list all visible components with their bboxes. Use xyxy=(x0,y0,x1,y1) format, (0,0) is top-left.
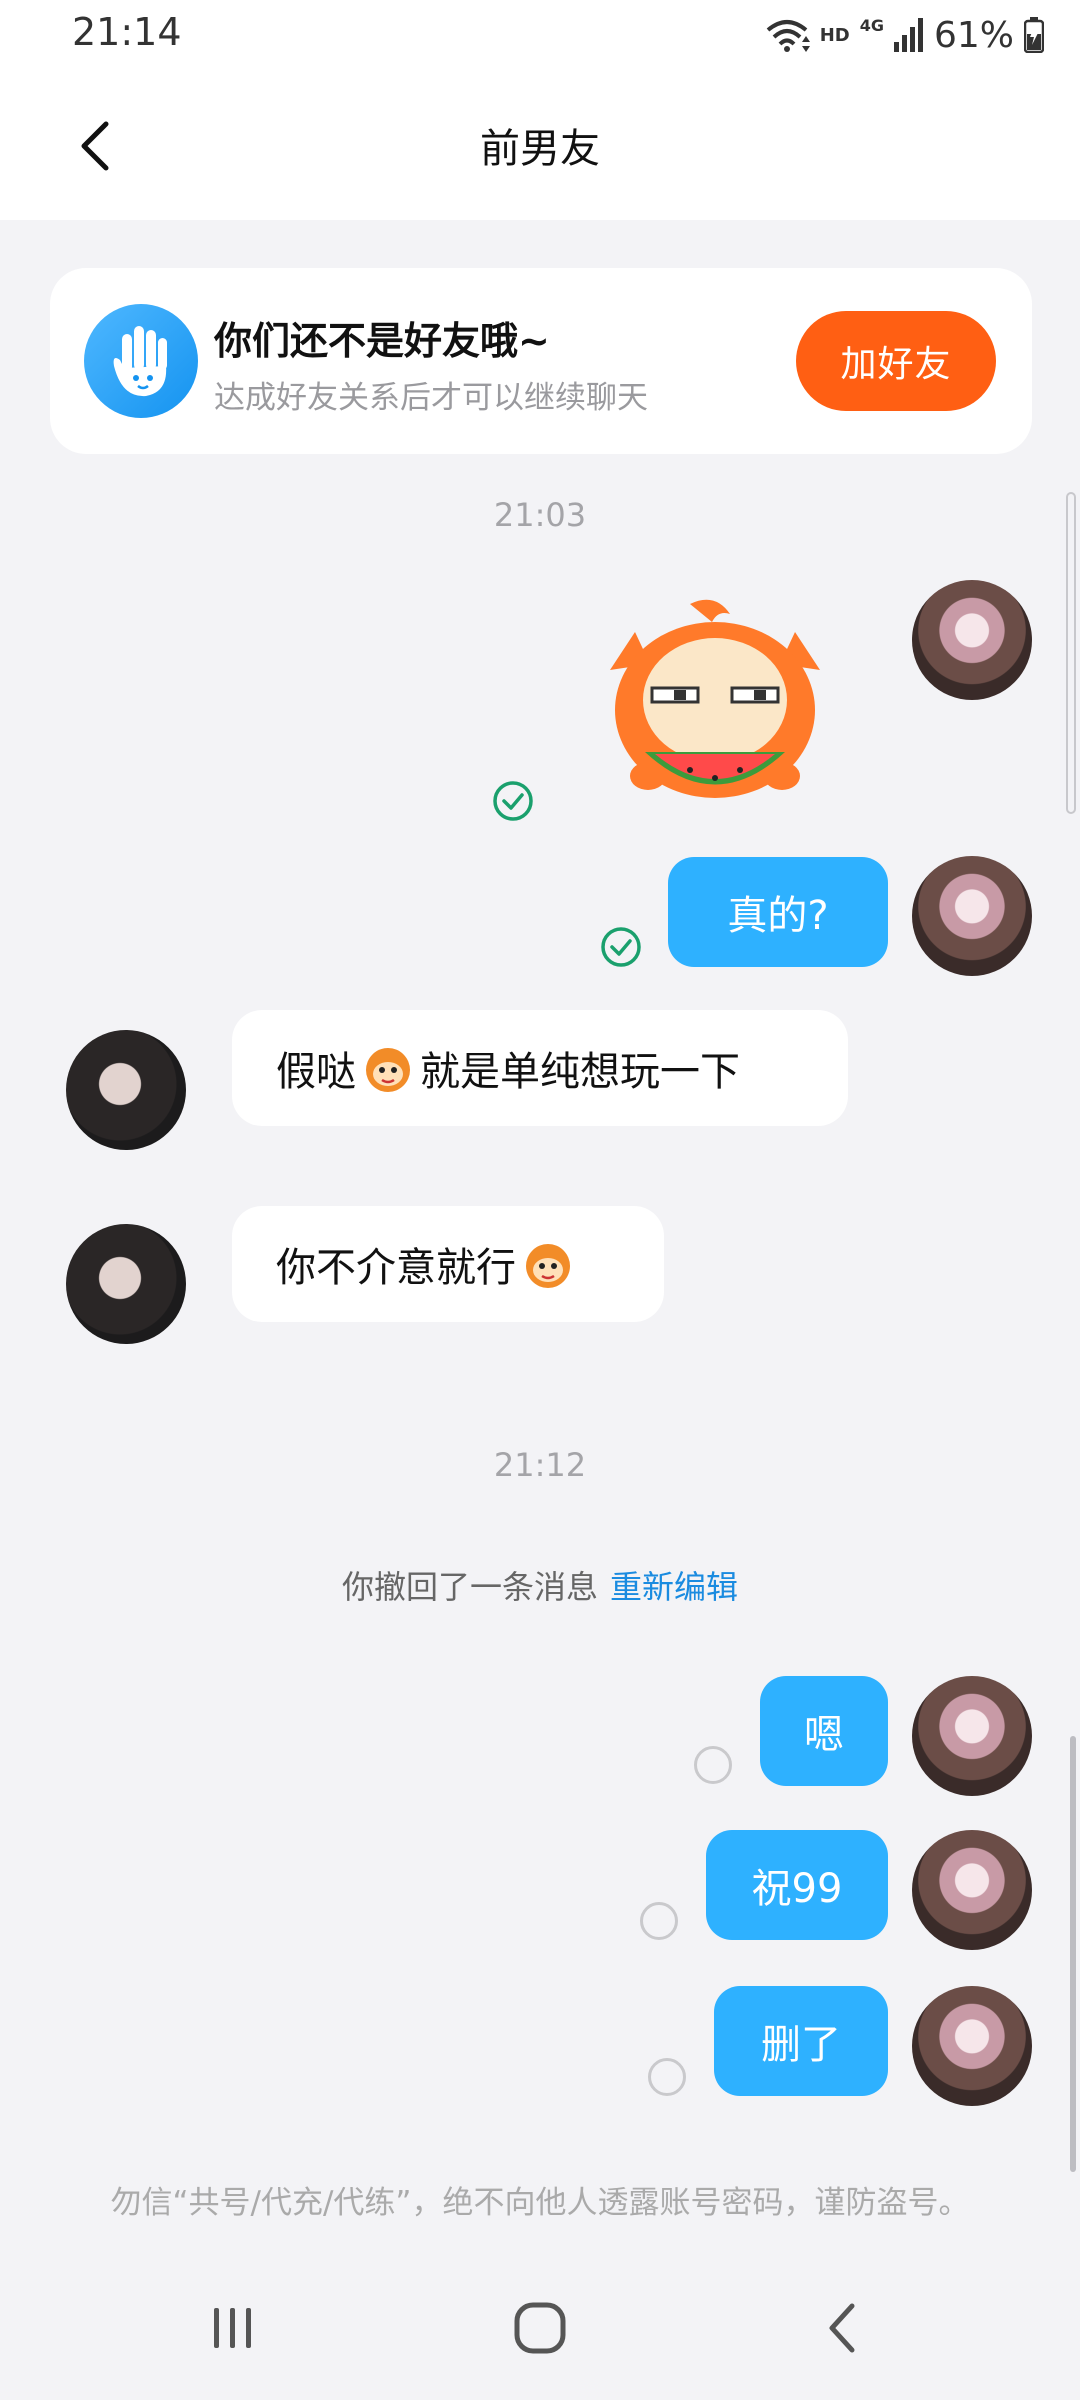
unread-status-icon xyxy=(640,1902,678,1940)
monkey-emoji-icon xyxy=(366,1048,410,1092)
not-friend-banner: 你们还不是好友哦~ 达成好友关系后才可以继续聊天 加好友 xyxy=(50,268,1032,454)
message-bubble-sent[interactable]: 祝99 xyxy=(706,1830,888,1940)
banner-title: 你们还不是好友哦~ xyxy=(214,319,550,363)
message-timestamp: 21:12 xyxy=(493,1446,587,1484)
battery-icon xyxy=(1024,17,1044,53)
chat-title: 前男友 xyxy=(480,126,600,172)
battery-percent: 61% xyxy=(933,14,1014,56)
status-time: 21:14 xyxy=(72,10,182,54)
message-bubble-received[interactable]: 你不介意就行 xyxy=(232,1206,664,1322)
banner-subtitle: 达成好友关系后才可以继续聊天 xyxy=(214,380,648,416)
re-edit-link[interactable]: 重新编辑 xyxy=(610,1568,738,1606)
back-nav-icon[interactable] xyxy=(818,2300,868,2356)
my-avatar[interactable] xyxy=(912,580,1032,700)
contact-avatar[interactable] xyxy=(66,1030,186,1150)
unread-status-icon xyxy=(648,2058,686,2096)
recall-notice: 你撤回了一条消息 重新编辑 xyxy=(0,1562,1080,1608)
chat-header: 前男友 xyxy=(0,72,1080,220)
system-nav-bar xyxy=(0,2254,1080,2400)
add-friend-button[interactable]: 加好友 xyxy=(796,311,996,411)
monkey-emoji-icon xyxy=(526,1244,570,1288)
scroll-handle[interactable] xyxy=(1066,492,1076,814)
sticker-image xyxy=(610,599,820,798)
security-warning: 勿信“共号/代充/代练”，绝不向他人透露账号密码，谨防盗号。 xyxy=(110,2185,970,2221)
wifi-icon xyxy=(766,20,810,52)
my-avatar[interactable] xyxy=(912,856,1032,976)
scrollbar[interactable] xyxy=(1070,1736,1076,2172)
recent-apps-icon[interactable] xyxy=(208,2302,258,2352)
network-type: 4G xyxy=(859,15,884,35)
status-bar: 21:14 HD 4G 61% xyxy=(0,0,1080,72)
my-avatar[interactable] xyxy=(912,1676,1032,1796)
status-icons: HD 4G 61% xyxy=(764,10,1044,60)
recall-text: 你撤回了一条消息 xyxy=(341,1568,598,1606)
message-bubble-sent[interactable]: 删了 xyxy=(714,1986,888,2096)
signal-icon xyxy=(893,18,923,52)
message-bubble-received[interactable]: 假哒 就是单纯想玩一下 xyxy=(232,1010,848,1126)
hand-wave-icon xyxy=(84,304,198,418)
message-text: 假哒 xyxy=(276,1049,356,1095)
message-bubble-sent[interactable]: 真的? xyxy=(668,857,888,967)
my-avatar[interactable] xyxy=(912,1986,1032,2106)
message-text: 你不介意就行 xyxy=(276,1245,516,1291)
sticker-message[interactable] xyxy=(590,592,840,814)
message-bubble-sent[interactable]: 嗯 xyxy=(760,1676,888,1786)
hd-indicator: HD xyxy=(819,24,850,46)
message-timestamp: 21:03 xyxy=(493,496,587,534)
sent-check-icon xyxy=(493,781,533,821)
footer-warning-area: 勿信“共号/代充/代练”，绝不向他人透露账号密码，谨防盗号。 xyxy=(0,2160,1080,2260)
message-text: 就是单纯想玩一下 xyxy=(420,1049,740,1095)
my-avatar[interactable] xyxy=(912,1830,1032,1950)
unread-status-icon xyxy=(694,1746,732,1784)
sent-check-icon xyxy=(601,927,641,967)
home-icon[interactable] xyxy=(512,2300,568,2356)
contact-avatar[interactable] xyxy=(66,1224,186,1344)
